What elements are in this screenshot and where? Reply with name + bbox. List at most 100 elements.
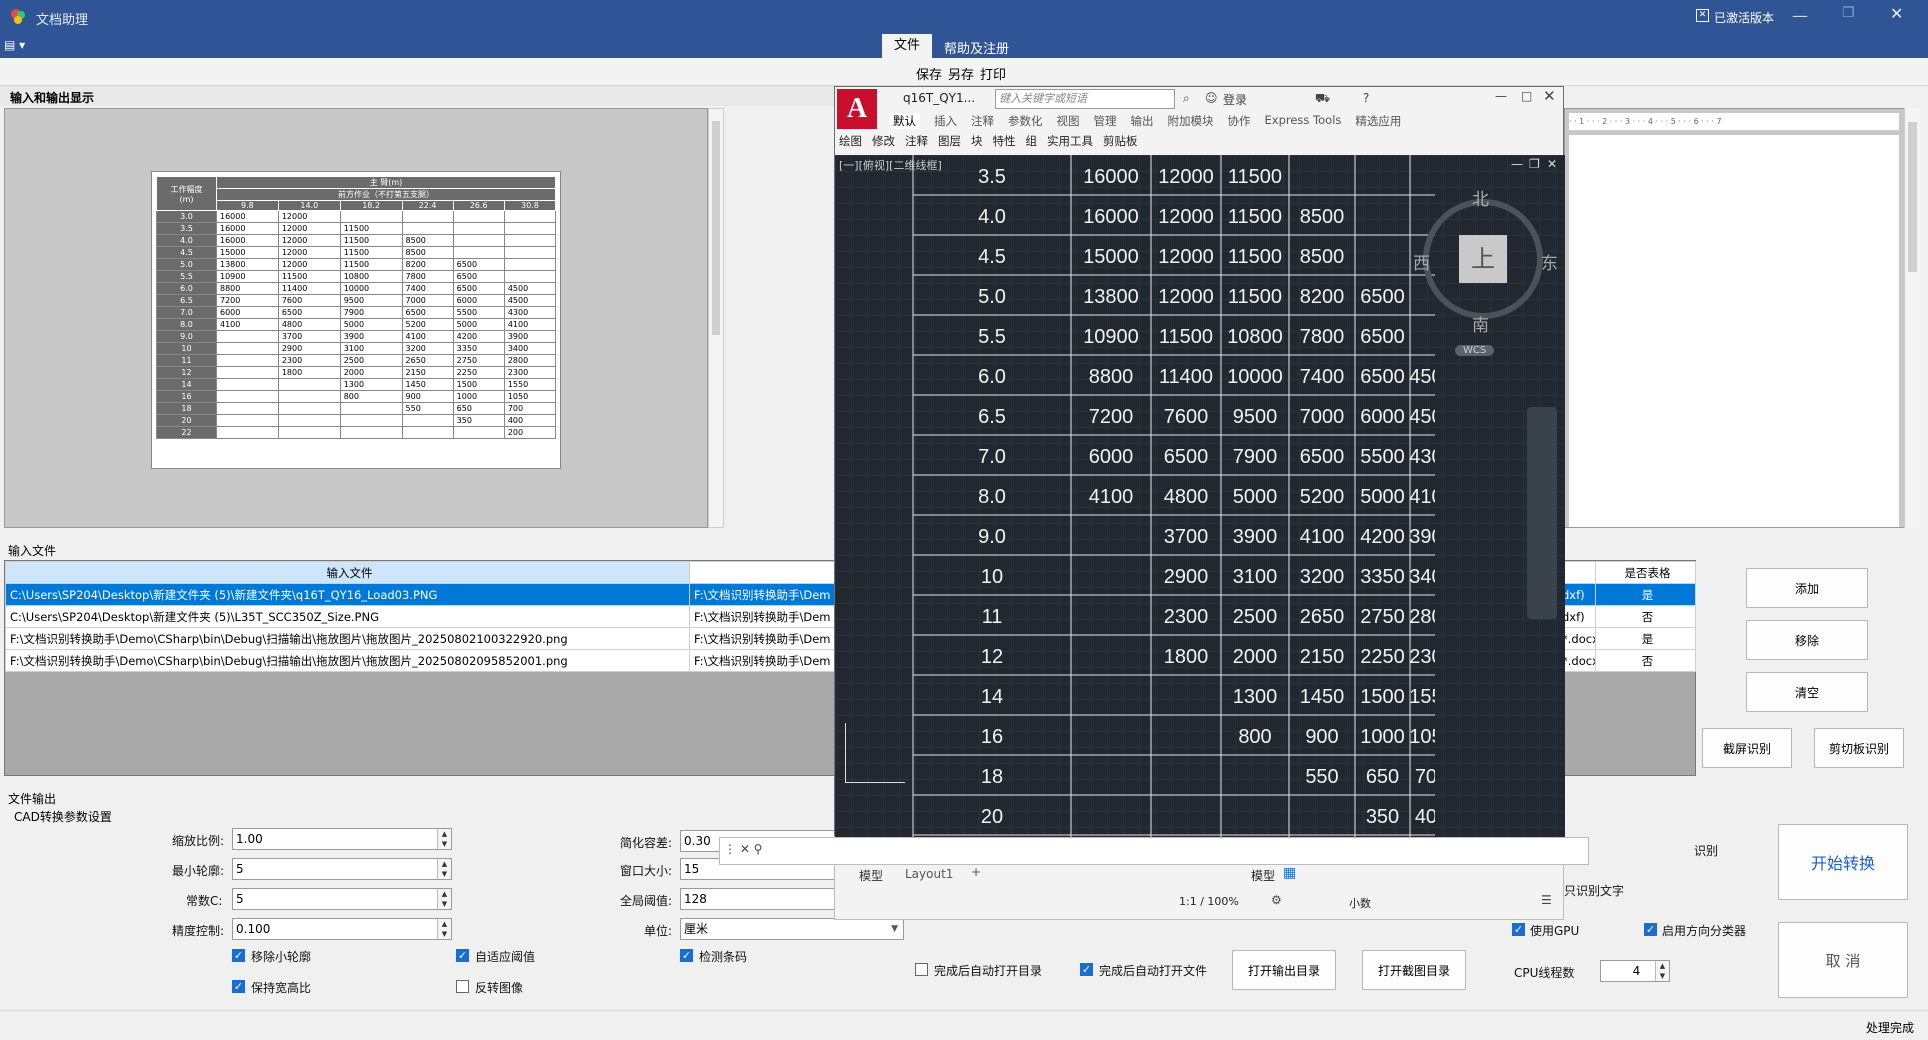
cad-panel[interactable]: 注释 [905, 133, 928, 149]
invert-checkbox[interactable] [456, 980, 469, 993]
cad-tab[interactable]: 附加模块 [1168, 113, 1214, 129]
cad-tab[interactable]: 注释 [971, 113, 994, 129]
cad-zoom[interactable]: 1:1 / 100% [1179, 895, 1239, 908]
cad-close-icon[interactable]: ✕ [1543, 87, 1556, 105]
clear-button[interactable]: 清空 [1746, 672, 1868, 712]
quick-menu-icon[interactable]: ▤ ▾ [4, 38, 25, 52]
open-dir-checkbox[interactable] [915, 963, 928, 976]
add-button[interactable]: 添加 [1746, 568, 1868, 608]
cad-menu-icon[interactable]: ☰ [1541, 893, 1552, 907]
files-header-table[interactable]: 是否表格 [1595, 561, 1696, 584]
cad-login[interactable]: 登录 [1223, 91, 1247, 108]
maximize-icon[interactable]: ❐ [1842, 5, 1855, 21]
cad-ribbon-panels: 绘图 修改 注释 图层块特性组实用工具 剪贴板 [839, 133, 1138, 149]
print-button[interactable]: 打印 [980, 64, 1006, 83]
adaptive-checkbox[interactable]: ✓ [456, 949, 469, 962]
preview-cell: 2000 [339, 366, 403, 379]
cad-grid-icon[interactable]: ▦ [1283, 865, 1296, 881]
cad-tab[interactable]: 视图 [1057, 113, 1080, 129]
remove-button[interactable]: 移除 [1746, 620, 1868, 660]
activated-label[interactable]: 已激活版本 [1714, 9, 1774, 26]
cad-view-restore-icon[interactable]: ❐ [1529, 157, 1540, 171]
start-convert-button[interactable]: 开始转换 [1778, 824, 1908, 900]
cpu-threads-stepper[interactable]: ▲ ▼ [1655, 961, 1669, 981]
cad-layout-model[interactable]: 模型 [859, 867, 883, 884]
cad-maximize-icon[interactable]: □ [1521, 89, 1532, 103]
menu-help[interactable]: 帮助及注册 [944, 38, 1009, 57]
minimize-icon[interactable]: — [1792, 6, 1808, 25]
open-output-dir-button[interactable]: 打开输出目录 [1232, 950, 1336, 990]
const-c-stepper[interactable]: ▲ ▼ [437, 889, 451, 909]
preview-cell [216, 402, 279, 415]
preview-cell: 20 [156, 414, 217, 427]
close-icon[interactable]: ✕ [1890, 4, 1903, 23]
cad-drawing-area[interactable]: [一][俯视][二维线框] — ❐ ✕ 3.5 16000 12000 11500 4.… [835, 155, 1565, 837]
cad-cell-text: 8200 [1300, 286, 1345, 308]
cad-tab[interactable]: Express Tools [1265, 113, 1342, 129]
precision-stepper[interactable]: ▲ ▼ [437, 919, 451, 939]
cad-tab[interactable]: 协作 [1228, 113, 1251, 129]
cad-tab[interactable]: 默认 [889, 113, 920, 129]
cad-minimize-icon[interactable]: — [1495, 89, 1507, 103]
cad-view-close-icon[interactable]: ✕ [1547, 157, 1557, 171]
cad-tab[interactable]: 输出 [1131, 113, 1154, 129]
wcs-badge[interactable]: WCS [1455, 345, 1495, 356]
save-button[interactable]: 保存 [916, 64, 942, 83]
open-screenshot-dir-button[interactable]: 打开截图目录 [1362, 950, 1466, 990]
preview-cell: 16000 [216, 234, 279, 247]
cad-tab[interactable]: 参数化 [1008, 113, 1043, 129]
preview-cell: 9500 [339, 294, 403, 307]
autocad-logo-icon[interactable]: A [837, 89, 877, 129]
binoculars-icon[interactable]: ⌕ [1183, 91, 1190, 106]
cad-view-min-icon[interactable]: — [1511, 157, 1523, 171]
help-icon[interactable]: ? [1363, 91, 1369, 105]
direction-classifier-checkbox[interactable]: ✓ [1644, 923, 1657, 936]
cad-panel[interactable]: 修改 [872, 133, 895, 149]
output-scrollbar[interactable] [1904, 108, 1920, 528]
compass-top[interactable]: 上 [1459, 235, 1507, 283]
cad-tab[interactable]: 精选应用 [1355, 113, 1401, 129]
unit-select[interactable]: 厘米 ▼ [680, 918, 904, 940]
screenshot-ocr-button[interactable]: 截屏识别 [1702, 728, 1792, 768]
menu-file[interactable]: 文件 [882, 34, 932, 58]
preview-scrollbar[interactable] [708, 108, 724, 528]
cart-icon[interactable]: ⛟ [1315, 91, 1330, 107]
cad-panel[interactable]: 图层 [938, 133, 961, 149]
cad-panel[interactable]: 绘图 [839, 133, 862, 149]
cad-decimal[interactable]: 小数 [1349, 895, 1371, 911]
scale-stepper[interactable]: ▲ ▼ [437, 829, 451, 849]
cad-layout-1[interactable]: Layout1 [905, 867, 953, 881]
min-contour-input[interactable]: 5 ▲ ▼ [232, 858, 452, 880]
files-header-input[interactable]: 输入文件 [5, 561, 690, 584]
min-contour-stepper[interactable]: ▲ ▼ [437, 859, 451, 879]
cad-search-input[interactable]: 键入关键字或短语 [995, 89, 1175, 109]
cad-tab[interactable]: 插入 [934, 113, 957, 129]
clipboard-ocr-button[interactable]: 剪切板识别 [1814, 728, 1904, 768]
cad-panel[interactable]: 实用工具 [1047, 133, 1093, 149]
preview-cell [503, 222, 557, 235]
cad-panel[interactable]: 剪贴板 [1103, 133, 1138, 149]
cancel-button[interactable]: 取 消 [1778, 922, 1908, 998]
cad-panel[interactable]: 组 [1026, 133, 1038, 149]
remove-small-checkbox[interactable]: ✓ [232, 949, 245, 962]
precision-input[interactable]: 0.100 ▲ ▼ [232, 918, 452, 940]
cad-tab[interactable]: 管理 [1094, 113, 1117, 129]
open-file-checkbox[interactable]: ✓ [1080, 963, 1093, 976]
save-as-button[interactable]: 另存 [948, 64, 974, 83]
const-c-input[interactable]: 5 ▲ ▼ [232, 888, 452, 910]
scale-input[interactable]: 1.00 ▲ ▼ [232, 828, 452, 850]
view-cube[interactable]: 上 [1423, 199, 1543, 319]
keep-ratio-checkbox[interactable]: ✓ [232, 980, 245, 993]
cad-settings-icon[interactable]: ⚙ [1271, 893, 1282, 907]
cpu-threads-input[interactable]: 4 ▲ ▼ [1600, 960, 1670, 982]
preview-row: 5.5 10900 11500 10800 7800 6500 [156, 270, 557, 283]
cad-status-model[interactable]: 模型 [1251, 867, 1275, 884]
cad-add-layout-icon[interactable]: + [971, 865, 981, 879]
global-threshold-input[interactable]: 128 [680, 888, 840, 910]
command-close-icon[interactable]: ⋮ ✕ ⚲ [724, 842, 762, 856]
detect-barcode-checkbox[interactable]: ✓ [680, 949, 693, 962]
cad-panel[interactable]: 特性 [993, 133, 1016, 149]
use-gpu-checkbox[interactable]: ✓ [1512, 923, 1525, 936]
command-line[interactable]: ⋮ ✕ ⚲ [719, 837, 1589, 865]
cad-panel[interactable]: 块 [971, 133, 983, 149]
